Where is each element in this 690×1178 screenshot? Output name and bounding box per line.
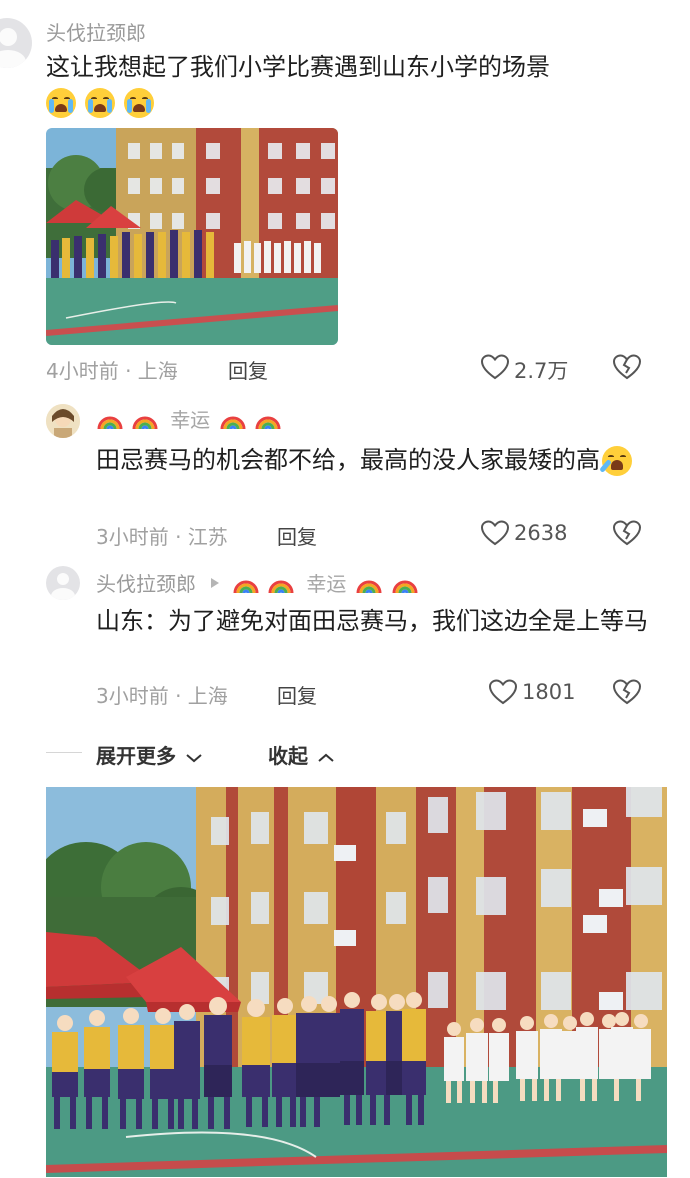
comment-username[interactable]: 头伐拉颈郎 [46,17,146,46]
crying-emoji-icon [124,88,155,118]
like-button[interactable] [480,353,510,381]
expand-more-button[interactable]: 展开更多 [96,740,203,769]
avatar[interactable] [0,18,32,68]
heart-icon [488,679,518,705]
rainbow-icon [392,580,418,593]
avatar[interactable] [46,404,80,438]
divider-line [46,752,82,753]
crying-emoji-icon [46,88,76,118]
like-count: 2638 [514,521,568,545]
comment-photo-thumbnail[interactable] [46,128,338,345]
comment-text: 田忌赛马的机会都不给，最高的没人家最矮的高 [96,444,652,477]
reply-button[interactable]: 回复 [228,355,268,384]
dislike-button[interactable] [612,678,642,706]
rainbow-icon [220,416,246,429]
rainbow-icon [356,580,382,593]
post-photo[interactable] [46,787,667,1177]
reply-button[interactable]: 回复 [277,521,317,550]
comment-username-row: 幸运 [96,404,284,436]
reply-button[interactable]: 回复 [277,680,317,709]
comment-username[interactable]: 头伐拉颈郎 [96,572,196,596]
broken-heart-icon [612,679,642,705]
comment-username[interactable]: 幸运 [170,408,210,432]
comment-meta: 4小时前 · 上海 [46,359,178,383]
reply-to-username[interactable]: 幸运 [306,572,346,596]
broken-heart-icon [612,520,642,546]
comment-text: 这让我想起了我们小学比赛遇到山东小学的场景 [46,53,550,81]
like-count: 1801 [522,680,576,704]
broken-heart-icon [612,354,642,380]
rainbow-icon [255,416,281,429]
collapse-button[interactable]: 收起 [268,740,335,769]
rainbow-icon [97,416,123,429]
heart-icon [480,354,510,380]
rainbow-icon [268,580,294,593]
like-button[interactable] [488,678,518,706]
expand-more-label: 展开更多 [96,744,176,768]
comment-username-row: 头伐拉颈郎 幸运 [96,568,421,600]
dislike-button[interactable] [612,519,642,547]
chevron-up-icon [318,753,334,762]
dislike-button[interactable] [612,353,642,381]
heart-icon [480,520,510,546]
comment-text-body: 田忌赛马的机会都不给，最高的没人家最矮的高 [96,446,600,474]
laughing-emoji-icon [599,446,632,476]
reply-arrow-icon [211,577,220,588]
crying-emoji-icon [85,88,116,118]
rainbow-icon [132,416,158,429]
comment-text: 山东：为了避免对面田忌赛马，我们这边全是上等马 [96,607,648,635]
avatar[interactable] [46,566,80,600]
emoji-row [46,88,158,120]
comment-meta: 3小时前 · 上海 [96,684,228,708]
like-count: 2.7万 [514,359,569,383]
like-button[interactable] [480,519,510,547]
rainbow-icon [233,580,259,593]
collapse-label: 收起 [268,744,308,768]
chevron-down-icon [186,753,202,762]
comment-meta: 3小时前 · 江苏 [96,525,228,549]
